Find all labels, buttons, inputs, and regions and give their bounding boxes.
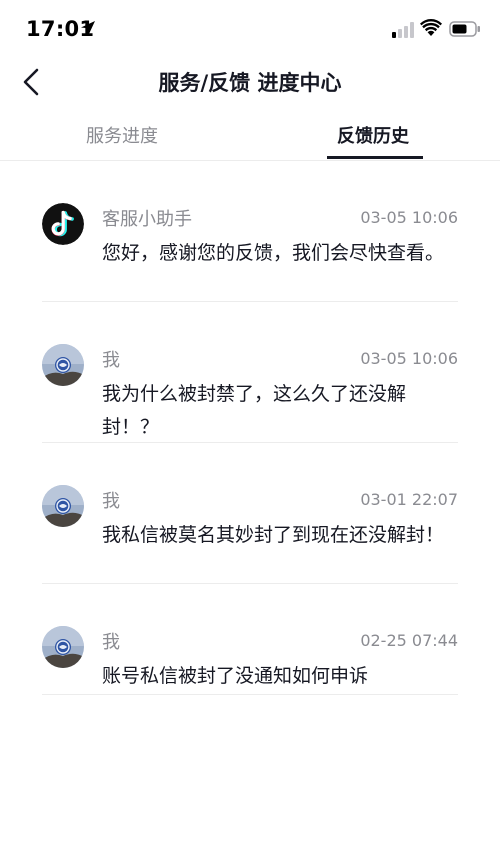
tab-bar: 服务进度 反馈历史 xyxy=(0,110,500,161)
message-text: 我私信被莫名其妙封了到现在还没解封！ xyxy=(102,524,445,546)
active-tab-indicator xyxy=(327,156,423,159)
list-item[interactable]: 我 03-05 10:06 我为什么被封禁了，这么久了还没解封！？ xyxy=(42,302,458,443)
message-time: 02-25 07:44 xyxy=(360,631,458,650)
feedback-list: 客服小助手 03-05 10:06 您好，感谢您的反馈，我们会尽快查看。 我 0… xyxy=(0,161,500,695)
message-time: 03-01 22:07 xyxy=(360,490,458,509)
cellular-signal-icon xyxy=(392,22,414,38)
tiktok-logo-icon xyxy=(42,203,84,245)
message-text: 您好，感谢您的反馈，我们会尽快查看。 xyxy=(102,242,445,264)
tab-feedback-history[interactable]: 反馈历史 xyxy=(337,122,409,148)
message-time: 03-05 10:06 xyxy=(360,208,458,227)
status-bar: 17:01 xyxy=(0,0,500,60)
tab-service-progress[interactable]: 服务进度 xyxy=(86,122,158,148)
user-avatar-icon xyxy=(42,485,84,527)
message-text: 我为什么被封禁了，这么久了还没解封！？ xyxy=(102,383,407,438)
sender-name: 客服小助手 xyxy=(102,209,192,230)
message-text: 账号私信被封了没通知如何申诉 xyxy=(102,665,369,687)
list-item[interactable]: 我 03-01 22:07 我私信被莫名其妙封了到现在还没解封！ xyxy=(42,443,458,584)
sender-name: 我 xyxy=(102,491,120,512)
wifi-icon xyxy=(420,19,442,36)
sender-name: 我 xyxy=(102,350,120,371)
nav-bar: 服务/反馈 进度中心 xyxy=(0,55,500,110)
message-time: 03-05 10:06 xyxy=(360,349,458,368)
user-avatar-icon xyxy=(42,626,84,668)
back-arrow-icon[interactable] xyxy=(18,67,48,97)
location-arrow-icon xyxy=(81,21,95,35)
user-avatar-icon xyxy=(42,344,84,386)
sender-name: 我 xyxy=(102,632,120,653)
battery-icon xyxy=(449,21,480,37)
list-item[interactable]: 客服小助手 03-05 10:06 您好，感谢您的反馈，我们会尽快查看。 xyxy=(42,161,458,302)
page-title: 服务/反馈 进度中心 xyxy=(158,71,342,95)
list-item[interactable]: 我 02-25 07:44 账号私信被封了没通知如何申诉 xyxy=(42,584,458,695)
